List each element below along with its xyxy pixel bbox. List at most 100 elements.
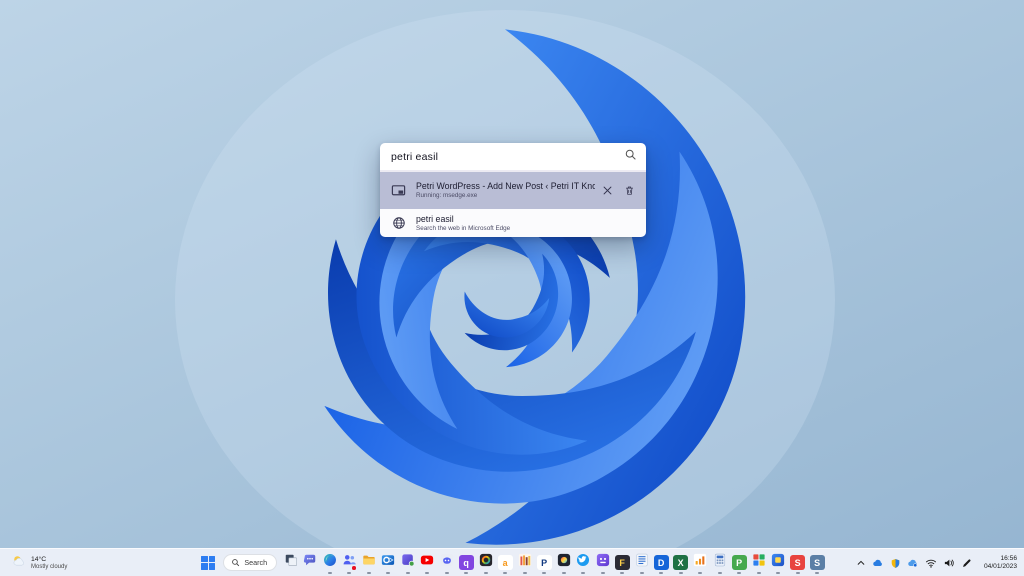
paypal-icon: P <box>536 555 552 570</box>
teams-chat-icon <box>303 553 317 572</box>
weather-temperature: 14°C <box>31 555 47 563</box>
search-result-title: Petri WordPress - Add New Post ‹ Petri I… <box>416 181 595 191</box>
delete-entry-button[interactable] <box>623 184 636 197</box>
running-indicator <box>678 571 683 574</box>
taskbar-app-amazon[interactable]: a <box>497 552 514 574</box>
taskbar-app-calculator[interactable] <box>711 552 728 574</box>
running-indicator <box>776 571 781 574</box>
running-indicator <box>464 571 469 574</box>
taskbar-clock[interactable]: 16:56 04/01/2023 <box>979 551 1021 575</box>
search-result-row[interactable]: Petri WordPress - Add New Post ‹ Petri I… <box>380 172 646 209</box>
search-result-subtitle: Search the web in Microsoft Edge <box>416 224 511 232</box>
twitter-icon <box>576 553 590 572</box>
taskbar-center: Search q a P F DX P SS <box>198 552 825 574</box>
weather-widget[interactable]: 14°C Mostly cloudy <box>5 549 73 576</box>
taskbar-app-dark-f-app[interactable]: F <box>614 552 631 574</box>
running-indicator <box>347 571 352 574</box>
close-window-button[interactable] <box>601 184 614 197</box>
taskbar-app-teams[interactable] <box>341 552 358 574</box>
running-indicator <box>483 571 488 574</box>
file-explorer-icon <box>362 553 376 572</box>
taskbar-app-blue-badge-app[interactable]: D <box>653 552 670 574</box>
run-search-popup: petri easil Petri WordPress - Add New Po… <box>380 143 646 237</box>
taskbar-app-steam-app[interactable]: S <box>809 552 826 574</box>
taskbar-app-dark-lens-app[interactable] <box>555 552 572 574</box>
outlook-icon <box>381 553 395 572</box>
wallpaper-bloom <box>175 10 835 576</box>
weather-condition: Mostly cloudy <box>31 563 68 570</box>
taskbar-app-analytics[interactable] <box>692 552 709 574</box>
taskbar-app-youtube[interactable] <box>419 552 436 574</box>
running-indicator <box>581 571 586 574</box>
taskbar-app-blue-tile-app[interactable] <box>770 552 787 574</box>
taskbar-app-teams-chat[interactable] <box>302 552 319 574</box>
taskbar-search-label: Search <box>244 558 268 567</box>
hidden-icons-chevron-icon[interactable] <box>854 553 869 573</box>
system-tray: 16:56 04/01/2023 <box>852 549 1021 576</box>
volume-icon[interactable] <box>941 553 958 573</box>
taskbar-app-purple-app[interactable]: q <box>458 552 475 574</box>
taskbar-app-excel[interactable]: X <box>672 552 689 574</box>
taskbar-app-stripes-app[interactable] <box>516 552 533 574</box>
taskbar-app-colorful-app[interactable] <box>750 552 767 574</box>
edge-icon <box>323 553 337 572</box>
running-indicator <box>620 571 625 574</box>
taskbar-app-office[interactable] <box>399 552 416 574</box>
running-indicator <box>659 571 664 574</box>
cloud-app-icon[interactable] <box>905 553 922 573</box>
pen-icon[interactable] <box>959 553 975 573</box>
onedrive-icon[interactable] <box>870 553 887 573</box>
excel-icon: X <box>673 555 689 570</box>
search-input[interactable]: petri easil <box>380 143 646 172</box>
start-button[interactable] <box>198 552 218 574</box>
taskbar-app-discord[interactable] <box>438 552 455 574</box>
security-shield-icon[interactable] <box>888 553 904 573</box>
steam-app-icon: S <box>809 555 825 570</box>
clock-date: 04/01/2023 <box>983 563 1017 570</box>
clock-time: 16:56 <box>1000 555 1017 562</box>
search-result-subtitle: Running: msedge.exe <box>416 192 478 199</box>
running-indicator <box>639 571 644 574</box>
taskbar-app-photos-camera[interactable] <box>477 552 494 574</box>
dark-lens-app-icon <box>557 553 571 572</box>
running-indicator <box>425 571 430 574</box>
taskbar-app-file-explorer[interactable] <box>360 552 377 574</box>
taskbar-app-twitter[interactable] <box>575 552 592 574</box>
taskbar-app-green-p-app[interactable]: P <box>731 552 748 574</box>
running-indicator <box>327 571 332 574</box>
calculator-icon <box>713 553 727 572</box>
taskbar-app-paypal[interactable]: P <box>536 552 553 574</box>
running-indicator <box>600 571 605 574</box>
snagit-icon: S <box>790 555 806 570</box>
running-indicator <box>737 571 742 574</box>
search-icon <box>624 148 637 166</box>
green-p-app-icon: P <box>731 555 747 570</box>
taskbar-app-outlook[interactable] <box>380 552 397 574</box>
search-result-row[interactable]: petri easil Search the web in Microsoft E… <box>380 209 646 237</box>
windows-logo-icon <box>201 555 216 570</box>
search-result-title: petri easil <box>416 213 454 224</box>
stripes-app-icon <box>518 553 532 572</box>
search-result-texts: Petri WordPress - Add New Post ‹ Petri I… <box>416 181 595 200</box>
running-indicator <box>522 571 527 574</box>
running-indicator <box>561 571 566 574</box>
blue-badge-app-icon: D <box>653 555 669 570</box>
taskbar-app-task-view[interactable] <box>282 552 299 574</box>
dark-f-app-icon: F <box>614 555 630 570</box>
amazon-icon: a <box>497 555 513 570</box>
taskbar-app-document-app[interactable] <box>633 552 650 574</box>
running-indicator <box>542 571 547 574</box>
taskbar-app-snagit[interactable]: S <box>789 552 806 574</box>
running-indicator <box>756 571 761 574</box>
youtube-icon <box>420 553 434 572</box>
taskbar-app-edge[interactable] <box>321 552 338 574</box>
taskbar-search-box[interactable]: Search <box>223 554 278 571</box>
running-indicator <box>815 571 820 574</box>
running-indicator <box>405 571 410 574</box>
wifi-icon[interactable] <box>923 553 940 573</box>
discord-icon <box>440 553 454 572</box>
running-indicator <box>698 571 703 574</box>
taskbar: 14°C Mostly cloudy Search q a P F DX P SS 16:5… <box>0 548 1024 576</box>
analytics-icon <box>693 553 707 572</box>
taskbar-app-purple-face-app[interactable] <box>594 552 611 574</box>
